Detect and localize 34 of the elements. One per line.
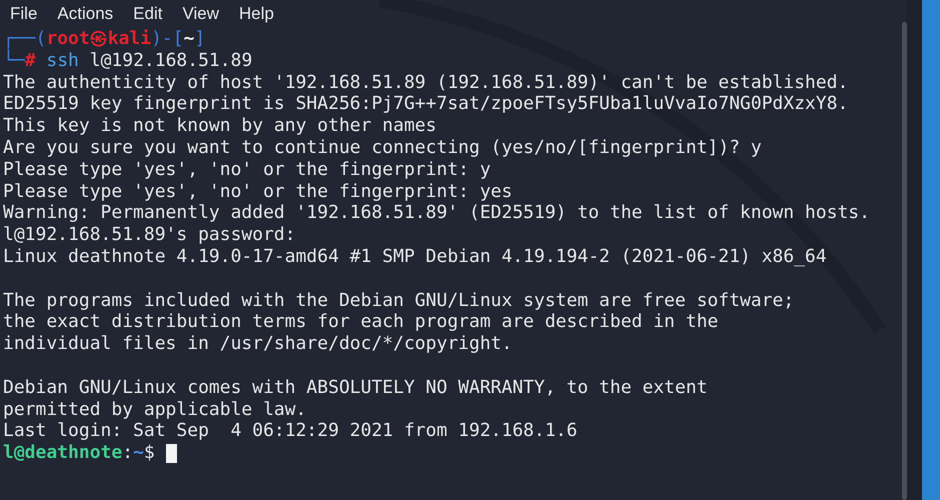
prompt-path: ~	[184, 28, 194, 50]
menu-item[interactable]: Help	[239, 5, 274, 23]
output-line: The programs included with the Debian GNU/Linux system are free software;	[3, 290, 794, 312]
prompt-frame: ]	[194, 28, 206, 50]
prompt-user: #	[24, 50, 36, 72]
menu-item[interactable]: Actions	[57, 5, 114, 23]
scrollbar[interactable]	[902, 22, 907, 500]
output-line: This key is not known by any other names	[3, 115, 436, 137]
output-line: Debian GNU/Linux comes with ABSOLUTELY NO WARRANTY, to the extent	[3, 376, 708, 399]
output-line: permitted by applicable law.	[3, 398, 306, 420]
output-line: Please type 'yes', 'no' or the fingerprint: yes	[3, 180, 512, 202]
prompt-frame: └─	[3, 50, 25, 72]
output-line: Are you sure you want to continue connecting (yes/no/[fingerprint])? y	[3, 136, 762, 159]
prompt-frame: ┌──(	[3, 28, 46, 50]
terminal-text: l@192.168.51.89	[88, 50, 252, 72]
prompt-host: l@deathnote	[3, 442, 122, 464]
output-line: Warning: Permanently added '192.168.51.89' (ED25519) to the list of known hosts.	[3, 202, 870, 224]
terminal-text: :	[122, 442, 134, 464]
prompt-path: ~	[133, 442, 144, 464]
output-line: The authenticity of host '192.168.51.89 (192.168.51.89)' can't be established.	[3, 72, 848, 94]
menu-item[interactable]: View	[182, 5, 219, 23]
output-line: Linux deathnote 4.19.0-17-amd64 #1 SMP Debian 4.19.194-2 (2021-06-21) x86_64	[3, 246, 827, 268]
output-line: ED25519 key fingerprint is SHA256:Pj7G++7sat/zpoeFTsy5FUba1luVvaIo7NG0PdXzxY8.	[3, 93, 848, 116]
menu-item[interactable]: File	[10, 5, 38, 23]
output-line: Please type 'yes', 'no' or the fingerprint: y	[3, 158, 491, 181]
prompt-user: root㉿kali	[46, 28, 152, 50]
output-line: Last login: Sat Sep 4 06:12:29 2021 from 192.168.1.6	[3, 420, 578, 442]
prompt-frame: )-[	[151, 28, 184, 50]
command-text: ssh	[45, 50, 79, 72]
terminal-text: $	[144, 442, 156, 464]
output-line: the exact distribution terms for each program are described in the	[3, 311, 718, 334]
output-line: l@192.168.51.89's password:	[3, 224, 296, 246]
menu-item[interactable]: Edit	[133, 5, 162, 23]
output-line: individual files in /usr/share/doc/*/copyright.	[3, 333, 512, 355]
